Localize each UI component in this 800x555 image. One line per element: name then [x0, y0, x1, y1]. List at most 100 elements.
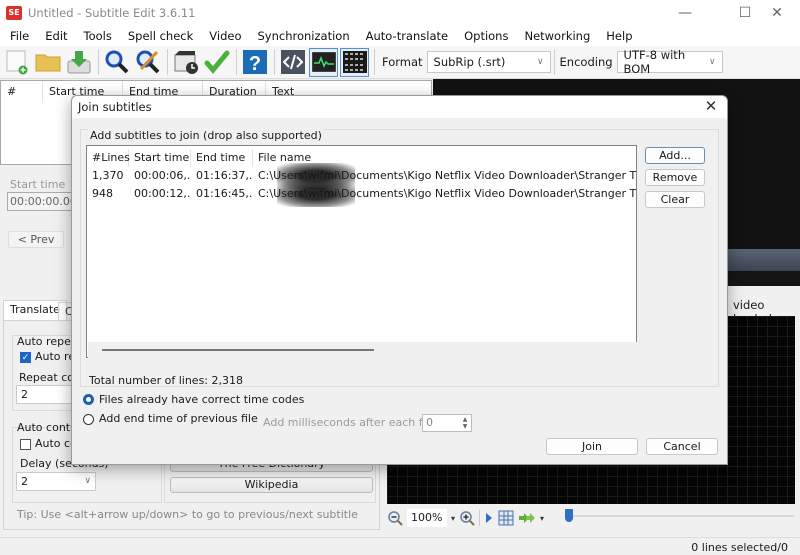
- scrollbar-thumb[interactable]: [102, 349, 374, 351]
- new-file-button[interactable]: [2, 48, 31, 77]
- tip-text: Tip: Use <alt+arrow up/down> to go to pr…: [17, 508, 358, 521]
- spell-check-button[interactable]: [202, 48, 231, 77]
- toolbar: ? Format SubRip (.srt) ∨ Encoding UTF-8 …: [0, 46, 800, 79]
- menu-synchronization[interactable]: Synchronization: [250, 29, 358, 43]
- toolbar-separator: [553, 49, 555, 75]
- chevron-down-icon: ∨: [708, 57, 716, 67]
- status-text: 0 lines selected/0: [691, 541, 788, 554]
- auto-repeat-checkbox[interactable]: ✓: [20, 352, 31, 363]
- encoding-select[interactable]: UTF-8 with BOM ∨: [616, 48, 723, 76]
- row-end: 01:16:45,...: [196, 187, 253, 200]
- spinner-arrows-icon[interactable]: ▲ ▼: [460, 416, 470, 430]
- source-view-icon: [280, 50, 305, 74]
- find-button[interactable]: [102, 48, 131, 77]
- minimize-button[interactable]: —: [662, 0, 708, 25]
- prev-button[interactable]: < Prev: [8, 231, 64, 248]
- horizontal-scrollbar[interactable]: [88, 342, 637, 358]
- source-view-button[interactable]: [278, 48, 307, 77]
- slider-track: [566, 515, 794, 517]
- list-item[interactable]: 1,370 00:00:06,... 01:16:37,... C:\Users…: [87, 163, 636, 189]
- zoom-dropdown-icon[interactable]: ▾: [451, 514, 455, 523]
- clear-button[interactable]: Clear: [645, 191, 705, 208]
- format-value: SubRip (.srt): [433, 55, 506, 69]
- total-lines-label: Total number of lines: 2,318: [89, 374, 243, 387]
- milliseconds-label: Add milliseconds after each file: [263, 416, 436, 429]
- find-icon: [105, 50, 128, 74]
- join-subtitles-dialog: Join subtitles ✕ Add subtitles to join (…: [71, 95, 728, 465]
- correct-timecodes-radio[interactable]: [83, 394, 94, 405]
- toggle-video-button[interactable]: [340, 47, 369, 77]
- zoom-select[interactable]: 100%: [407, 509, 447, 527]
- menu-options[interactable]: Options: [456, 29, 516, 43]
- forward-dropdown-icon[interactable]: ▾: [540, 514, 544, 523]
- row-end: 01:16:37,...: [196, 169, 253, 182]
- menu-spell-check[interactable]: Spell check: [120, 29, 201, 43]
- window-title: Untitled - Subtitle Edit 3.6.11: [28, 5, 196, 20]
- encoding-value: UTF-8 with BOM: [623, 48, 686, 76]
- zoom-value: 100%: [411, 511, 443, 524]
- toolbar-separator: [479, 510, 481, 526]
- toolbar-separator: [236, 49, 237, 75]
- video-toggle-icon: [342, 51, 367, 73]
- save-download-icon: [67, 51, 90, 74]
- help-button[interactable]: ?: [240, 48, 269, 77]
- format-select[interactable]: SubRip (.srt) ∨: [426, 51, 551, 73]
- cancel-button[interactable]: Cancel: [646, 438, 718, 455]
- dialog-close-button[interactable]: ✕: [701, 97, 721, 115]
- encoding-label: Encoding: [559, 55, 613, 69]
- toggle-waveform-button[interactable]: [309, 47, 338, 77]
- menu-networking[interactable]: Networking: [516, 29, 598, 43]
- menu-file[interactable]: File: [2, 29, 37, 43]
- go-forward-icon[interactable]: [518, 512, 536, 524]
- add-subtitles-group-label: Add subtitles to join (drop also support…: [88, 129, 324, 142]
- delay-select[interactable]: 2 ∨: [16, 472, 96, 491]
- menu-help[interactable]: Help: [598, 29, 640, 43]
- svg-text:?: ?: [248, 53, 260, 75]
- open-file-button[interactable]: [33, 48, 62, 77]
- chevron-down-icon: ∨: [84, 476, 91, 486]
- close-window-button[interactable]: ✕: [754, 0, 800, 25]
- add-button[interactable]: Add...: [645, 147, 705, 164]
- list-header-lines[interactable]: #Lines: [87, 149, 130, 167]
- auto-continue-checkbox[interactable]: [20, 439, 31, 450]
- spell-check-icon: [204, 50, 229, 74]
- correct-timecodes-label: Files already have correct time codes: [99, 393, 305, 406]
- row-lines: 1,370: [92, 169, 124, 182]
- start-time-label: Start time: [10, 178, 66, 191]
- play-icon[interactable]: [484, 511, 494, 525]
- toolbar-separator: [274, 49, 275, 75]
- subtitle-file-list[interactable]: #Lines Start time End time File name 1,3…: [86, 145, 637, 358]
- wikipedia-button[interactable]: Wikipedia: [170, 477, 373, 493]
- milliseconds-input[interactable]: 0 ▲ ▼: [422, 414, 472, 432]
- remove-button[interactable]: Remove: [645, 169, 705, 186]
- grid-header-number[interactable]: #: [1, 81, 43, 103]
- replace-icon: [136, 50, 159, 74]
- menu-auto-translate[interactable]: Auto-translate: [358, 29, 456, 43]
- menu-edit[interactable]: Edit: [37, 29, 75, 43]
- start-time-input[interactable]: 00:00:00.000: [7, 192, 75, 211]
- replace-button[interactable]: [133, 48, 162, 77]
- list-header-end[interactable]: End time: [191, 149, 253, 167]
- save-button[interactable]: [64, 48, 93, 77]
- visual-sync-button[interactable]: [171, 48, 200, 77]
- menu-bar: File Edit Tools Spell check Video Synchr…: [0, 25, 800, 46]
- zoom-in-icon[interactable]: [459, 510, 475, 526]
- title-bar: SE Untitled - Subtitle Edit 3.6.11 — ☐ ✕: [0, 0, 800, 25]
- menu-video[interactable]: Video: [201, 29, 249, 43]
- split-view-icon[interactable]: [498, 510, 514, 526]
- join-button[interactable]: Join: [546, 438, 638, 455]
- app-logo-icon: SE: [6, 5, 22, 20]
- dialog-title: Join subtitles: [78, 100, 152, 114]
- menu-tools[interactable]: Tools: [76, 29, 120, 43]
- slider-thumb[interactable]: [565, 509, 573, 522]
- format-label: Format: [382, 55, 423, 69]
- zoom-out-icon[interactable]: [387, 510, 403, 526]
- add-end-time-label: Add end time of previous file: [99, 412, 258, 425]
- position-slider[interactable]: [560, 508, 795, 524]
- add-end-time-radio[interactable]: [83, 414, 94, 425]
- redaction-mark: [277, 181, 355, 207]
- list-item[interactable]: 948 00:00:12,... 01:16:45,... C:\Users\w…: [87, 181, 636, 207]
- list-header-start[interactable]: Start time: [129, 149, 191, 167]
- dialog-title-bar: [72, 96, 727, 118]
- row-lines: 948: [92, 187, 113, 200]
